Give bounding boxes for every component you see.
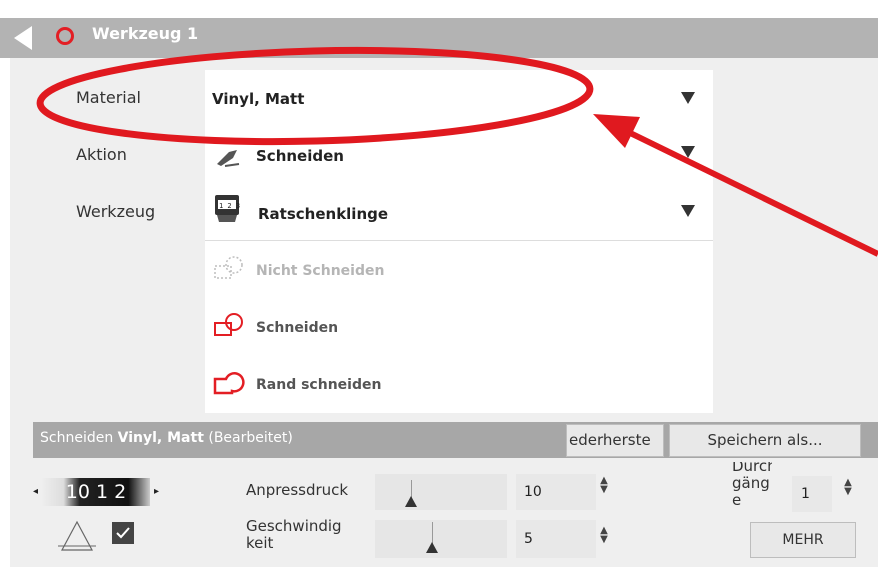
annotation-arrow-line <box>618 125 878 257</box>
annotation-ellipse <box>36 46 594 146</box>
annotation-arrow-head <box>593 114 640 148</box>
annotation-overlay <box>36 46 878 257</box>
